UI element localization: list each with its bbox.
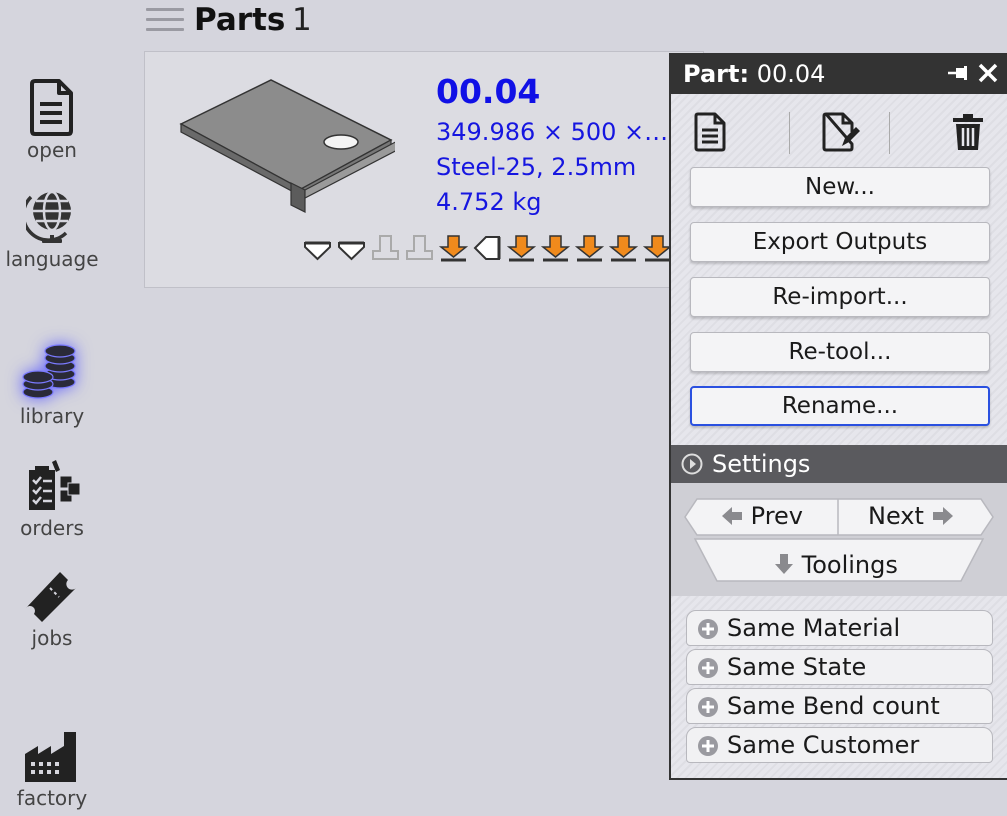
sidebar-label-orders: orders: [20, 516, 84, 540]
new-button[interactable]: New...: [690, 167, 990, 207]
part-id[interactable]: 00.04: [436, 72, 540, 111]
bend-up-gray-icon: [372, 235, 399, 260]
bend-down-orange-icon: [506, 235, 537, 262]
bend-side-open-icon: [473, 236, 501, 260]
toolbar-separator: [789, 112, 790, 154]
clipboard-boxes-icon: [29, 460, 80, 510]
bend-down-open-icon: [304, 241, 331, 261]
filter-same-material[interactable]: Same Material: [686, 610, 993, 646]
bend-up-gray-icon: [406, 235, 433, 260]
filter-label: Same Material: [727, 614, 901, 642]
arrow-right-icon: [932, 507, 953, 525]
settings-section-header[interactable]: Settings: [671, 445, 1007, 483]
filter-label: Same Bend count: [727, 692, 940, 720]
sidebar-item-language[interactable]: language: [0, 187, 104, 271]
prev-label: Prev: [750, 502, 803, 530]
ticket-icon: [26, 572, 76, 622]
rename-button[interactable]: Rename...: [690, 386, 990, 426]
page-title: Parts: [194, 2, 286, 38]
filter-label: Same State: [727, 653, 867, 681]
retool-button[interactable]: Re-tool...: [690, 332, 990, 372]
bend-sequence: [302, 233, 673, 263]
filter-same-bend-count[interactable]: Same Bend count: [686, 688, 993, 724]
plus-circle-icon: [698, 697, 718, 717]
sidebar-item-library[interactable]: library: [0, 342, 104, 428]
toolings-label: Toolings: [801, 551, 898, 579]
export-outputs-button[interactable]: Export Outputs: [690, 222, 990, 262]
expand-arrow-icon: [681, 453, 703, 475]
settings-label: Settings: [712, 450, 811, 478]
part-dimensions: 349.986 × 500 ×…: [436, 118, 669, 146]
factory-icon: [25, 732, 76, 782]
toolings-button[interactable]: Toolings: [774, 551, 898, 579]
bend-down-orange-icon: [608, 235, 639, 262]
part-panel: Part: 00.04 New... Export Outputs Re-imp…: [669, 53, 1007, 780]
coins-stack-icon: [22, 344, 76, 399]
sidebar-item-orders[interactable]: orders: [0, 458, 104, 540]
panel-header: Part: 00.04: [671, 53, 1007, 94]
filter-label: Same Customer: [727, 731, 920, 759]
reimport-button[interactable]: Re-import...: [690, 277, 990, 317]
next-button[interactable]: Next: [868, 502, 954, 530]
panel-title-value: 00.04: [756, 60, 826, 88]
document-icon[interactable]: [693, 112, 727, 152]
bend-down-orange-icon: [574, 235, 605, 262]
navigation-area: Prev Next Toolings: [671, 483, 1007, 596]
part-material: Steel-25, 2.5mm: [436, 153, 637, 181]
sidebar-label-jobs: jobs: [31, 626, 73, 650]
bend-down-orange-icon: [438, 235, 469, 262]
bend-down-orange-icon: [540, 235, 571, 262]
plus-circle-icon: [698, 736, 718, 756]
panel-title: Part: 00.04: [683, 60, 825, 88]
sidebar-label-language: language: [5, 247, 99, 271]
toolbar-separator: [889, 112, 890, 154]
filter-same-state[interactable]: Same State: [686, 649, 993, 685]
arrow-left-icon: [722, 507, 742, 525]
document-icon: [30, 79, 73, 136]
plus-circle-icon: [698, 658, 718, 678]
globe-icon: [26, 190, 71, 243]
parts-count: 1: [292, 2, 312, 38]
sidebar-label-open: open: [27, 138, 77, 162]
pin-icon[interactable]: [947, 63, 971, 83]
part-actions: New... Export Outputs Re-import... Re-to…: [671, 94, 1007, 445]
bend-down-open-icon: [338, 241, 365, 261]
sidebar-item-jobs[interactable]: jobs: [0, 566, 104, 650]
filter-same-customer[interactable]: Same Customer: [686, 727, 993, 763]
sidebar-item-factory[interactable]: factory: [0, 726, 104, 810]
part-thumbnail: [179, 79, 395, 213]
filter-list: Same Material Same State Same Bend count…: [671, 596, 1007, 778]
sidebar-label-factory: factory: [16, 786, 88, 810]
plus-circle-icon: [698, 619, 718, 639]
panel-title-prefix: Part:: [683, 60, 750, 88]
hamburger-menu-icon[interactable]: [146, 6, 184, 34]
prev-button[interactable]: Prev: [721, 502, 803, 530]
trash-icon[interactable]: [951, 112, 985, 152]
part-card[interactable]: 00.04 349.986 × 500 ×… Steel-25, 2.5mm 4…: [144, 51, 704, 288]
sidebar-item-open[interactable]: open: [0, 78, 104, 162]
edit-document-icon[interactable]: [821, 112, 861, 152]
next-label: Next: [868, 502, 924, 530]
close-icon[interactable]: [977, 62, 999, 84]
part-weight: 4.752 kg: [436, 188, 542, 216]
arrow-down-icon: [775, 554, 793, 574]
